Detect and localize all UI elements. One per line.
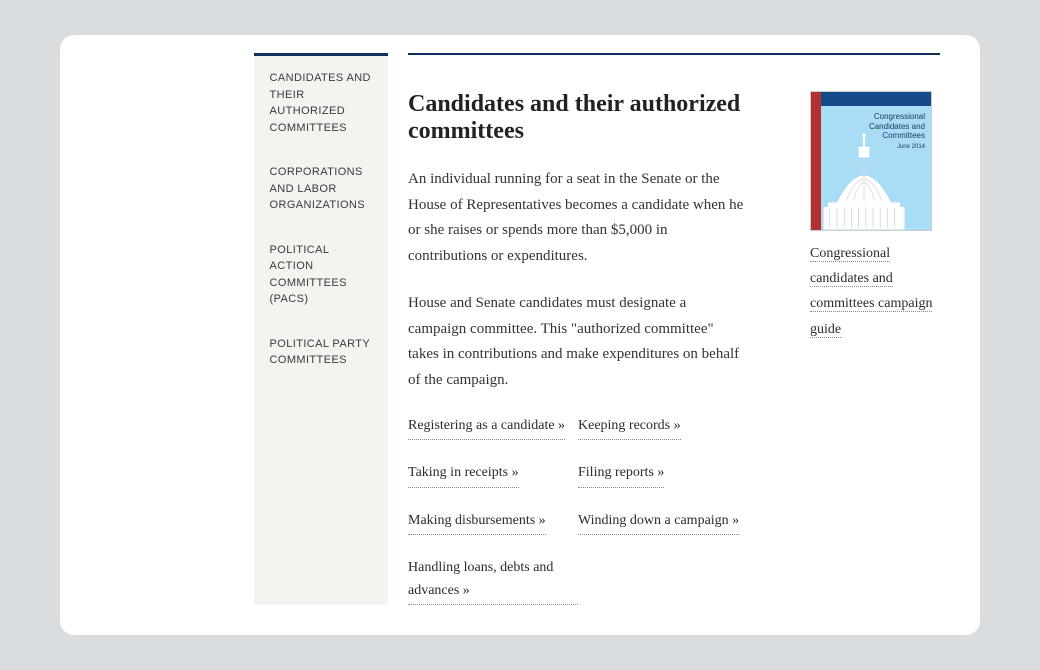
- link-keeping-records[interactable]: Keeping records »: [578, 415, 681, 440]
- page-title: Candidates and their authorized committe…: [408, 91, 780, 145]
- main-region: Candidates and their authorized committe…: [408, 53, 940, 605]
- link-receipts[interactable]: Taking in receipts »: [408, 462, 519, 487]
- sidebar-item-pacs[interactable]: POLITICAL ACTION COMMITTEES (PACS): [254, 228, 388, 322]
- link-winding-down[interactable]: Winding down a campaign »: [578, 510, 739, 535]
- sidebar-nav: CANDIDATES AND THEIR AUTHORIZED COMMITTE…: [254, 53, 388, 605]
- capitol-dome-icon: [819, 130, 909, 230]
- sidebar-item-candidates[interactable]: CANDIDATES AND THEIR AUTHORIZED COMMITTE…: [254, 56, 388, 150]
- related-aside: Congressional Candidates and Committees …: [810, 83, 940, 605]
- sidebar-item-corporations[interactable]: CORPORATIONS AND LABOR ORGANIZATIONS: [254, 150, 388, 228]
- guide-thumbnail: Congressional Candidates and Committees …: [810, 91, 932, 231]
- guide-caption-link[interactable]: Congressional candidates and committees …: [810, 246, 932, 338]
- link-registering[interactable]: Registering as a candidate »: [408, 415, 565, 440]
- sidebar-column: CANDIDATES AND THEIR AUTHORIZED COMMITTE…: [60, 35, 388, 605]
- content-card: CANDIDATES AND THEIR AUTHORIZED COMMITTE…: [60, 35, 980, 635]
- link-loans-debts[interactable]: Handling loans, debts and advances »: [408, 557, 578, 605]
- topic-links-grid: Registering as a candidate » Keeping rec…: [408, 415, 780, 605]
- sidebar-item-party[interactable]: POLITICAL PARTY COMMITTEES: [254, 322, 388, 383]
- guide-thumbnail-link[interactable]: Congressional Candidates and Committees …: [810, 91, 940, 231]
- article-content: Candidates and their authorized committe…: [408, 73, 780, 605]
- link-filing-reports[interactable]: Filing reports »: [578, 462, 664, 487]
- intro-para-1: An individual running for a seat in the …: [408, 167, 748, 269]
- intro-para-2: House and Senate candidates must designa…: [408, 291, 748, 393]
- link-disbursements[interactable]: Making disbursements »: [408, 510, 546, 535]
